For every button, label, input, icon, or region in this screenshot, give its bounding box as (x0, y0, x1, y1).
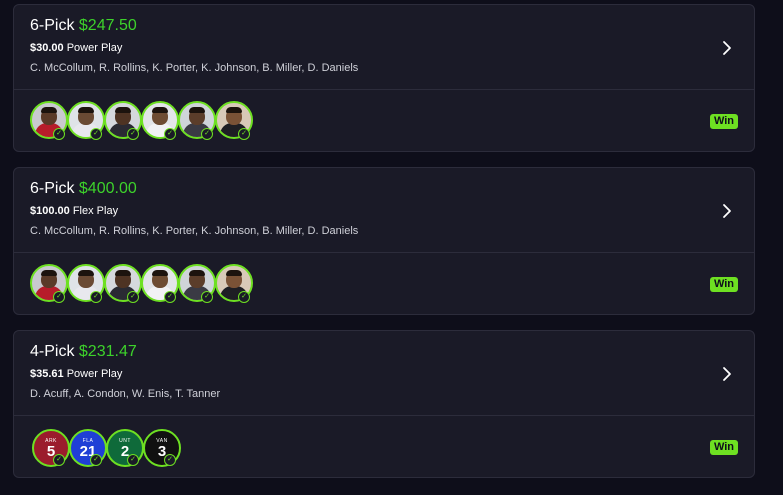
player-list: D. Acuff, A. Condon, W. Enis, T. Tanner (30, 388, 221, 400)
payout-amount: $247.50 (78, 17, 137, 34)
entry-card[interactable]: 6-Pick $247.50 $30.00 Power Play C. McCo… (13, 4, 755, 152)
entry-card-header[interactable]: 6-Pick $247.50 $30.00 Power Play C. McCo… (14, 5, 754, 89)
divider (14, 89, 754, 90)
play-type: Flex Play (72, 205, 119, 217)
entry-details: $35.61 Power Play (30, 368, 122, 381)
player-avatars: ✓ ✓ ✓ ✓ ✓ ✓ (30, 101, 253, 141)
play-type: Power Play (66, 368, 123, 380)
player-list: C. McCollum, R. Rollins, K. Porter, K. J… (30, 225, 359, 237)
check-icon: ✓ (201, 291, 213, 303)
check-icon: ✓ (90, 128, 102, 140)
jersey-avatars: ARK 5 ✓ FLA 21 ✓ UNT 2 ✓ VAN 3 ✓ (30, 427, 181, 467)
check-icon: ✓ (90, 291, 102, 303)
player-avatar: ✓ (141, 101, 179, 141)
player-avatar: ✓ (30, 101, 68, 141)
divider (14, 252, 754, 253)
payout-amount: $231.47 (78, 343, 137, 360)
jersey-avatar: UNT 2 ✓ (104, 427, 144, 467)
player-avatar: ✓ (104, 264, 142, 304)
check-icon: ✓ (164, 454, 176, 466)
jersey-avatar: VAN 3 ✓ (141, 427, 181, 467)
status-badge: Win (709, 277, 738, 292)
pick-count: 6-Pick (30, 17, 75, 34)
check-icon: ✓ (90, 454, 102, 466)
player-avatars: ✓ ✓ ✓ ✓ ✓ ✓ (30, 264, 253, 304)
player-avatar: ✓ (104, 101, 142, 141)
player-avatar: ✓ (141, 264, 179, 304)
player-avatar: ✓ (30, 264, 68, 304)
player-avatar: ✓ (67, 264, 105, 304)
check-icon: ✓ (164, 291, 176, 303)
check-icon: ✓ (53, 128, 65, 140)
player-avatar: ✓ (178, 101, 216, 141)
entry-details: $30.00 Power Play (30, 42, 122, 55)
check-icon: ✓ (164, 128, 176, 140)
entry-amount: $35.61 (30, 368, 64, 380)
pick-count: 4-Pick (30, 343, 75, 360)
entry-title: 4-Pick $231.47 (30, 343, 137, 361)
player-list: C. McCollum, R. Rollins, K. Porter, K. J… (30, 62, 359, 74)
entry-amount: $100.00 (30, 205, 70, 217)
check-icon: ✓ (127, 128, 139, 140)
entry-card-header[interactable]: 6-Pick $400.00 $100.00 Flex Play C. McCo… (14, 168, 754, 252)
check-icon: ✓ (53, 454, 65, 466)
chevron-right-icon[interactable] (720, 365, 734, 383)
check-icon: ✓ (53, 291, 65, 303)
entry-amount: $30.00 (30, 42, 64, 54)
check-icon: ✓ (127, 291, 139, 303)
chevron-right-icon[interactable] (720, 202, 734, 220)
entry-title: 6-Pick $400.00 (30, 180, 137, 198)
jersey-avatar: ARK 5 ✓ (30, 427, 70, 467)
player-avatar: ✓ (178, 264, 216, 304)
entry-card[interactable]: 4-Pick $231.47 $35.61 Power Play D. Acuf… (13, 330, 755, 478)
player-avatar: ✓ (215, 101, 253, 141)
status-badge: Win (709, 114, 738, 129)
entry-title: 6-Pick $247.50 (30, 17, 137, 35)
player-avatar: ✓ (215, 264, 253, 304)
player-avatar: ✓ (67, 101, 105, 141)
check-icon: ✓ (201, 128, 213, 140)
entry-card[interactable]: 6-Pick $400.00 $100.00 Flex Play C. McCo… (13, 167, 755, 315)
jersey-avatar: FLA 21 ✓ (67, 427, 107, 467)
entry-details: $100.00 Flex Play (30, 205, 118, 218)
divider (14, 415, 754, 416)
pick-count: 6-Pick (30, 180, 75, 197)
payout-amount: $400.00 (78, 180, 137, 197)
chevron-right-icon[interactable] (720, 39, 734, 57)
check-icon: ✓ (238, 128, 250, 140)
entry-card-header[interactable]: 4-Pick $231.47 $35.61 Power Play D. Acuf… (14, 331, 754, 415)
play-type: Power Play (66, 42, 123, 54)
check-icon: ✓ (238, 291, 250, 303)
status-badge: Win (709, 440, 738, 455)
check-icon: ✓ (127, 454, 139, 466)
